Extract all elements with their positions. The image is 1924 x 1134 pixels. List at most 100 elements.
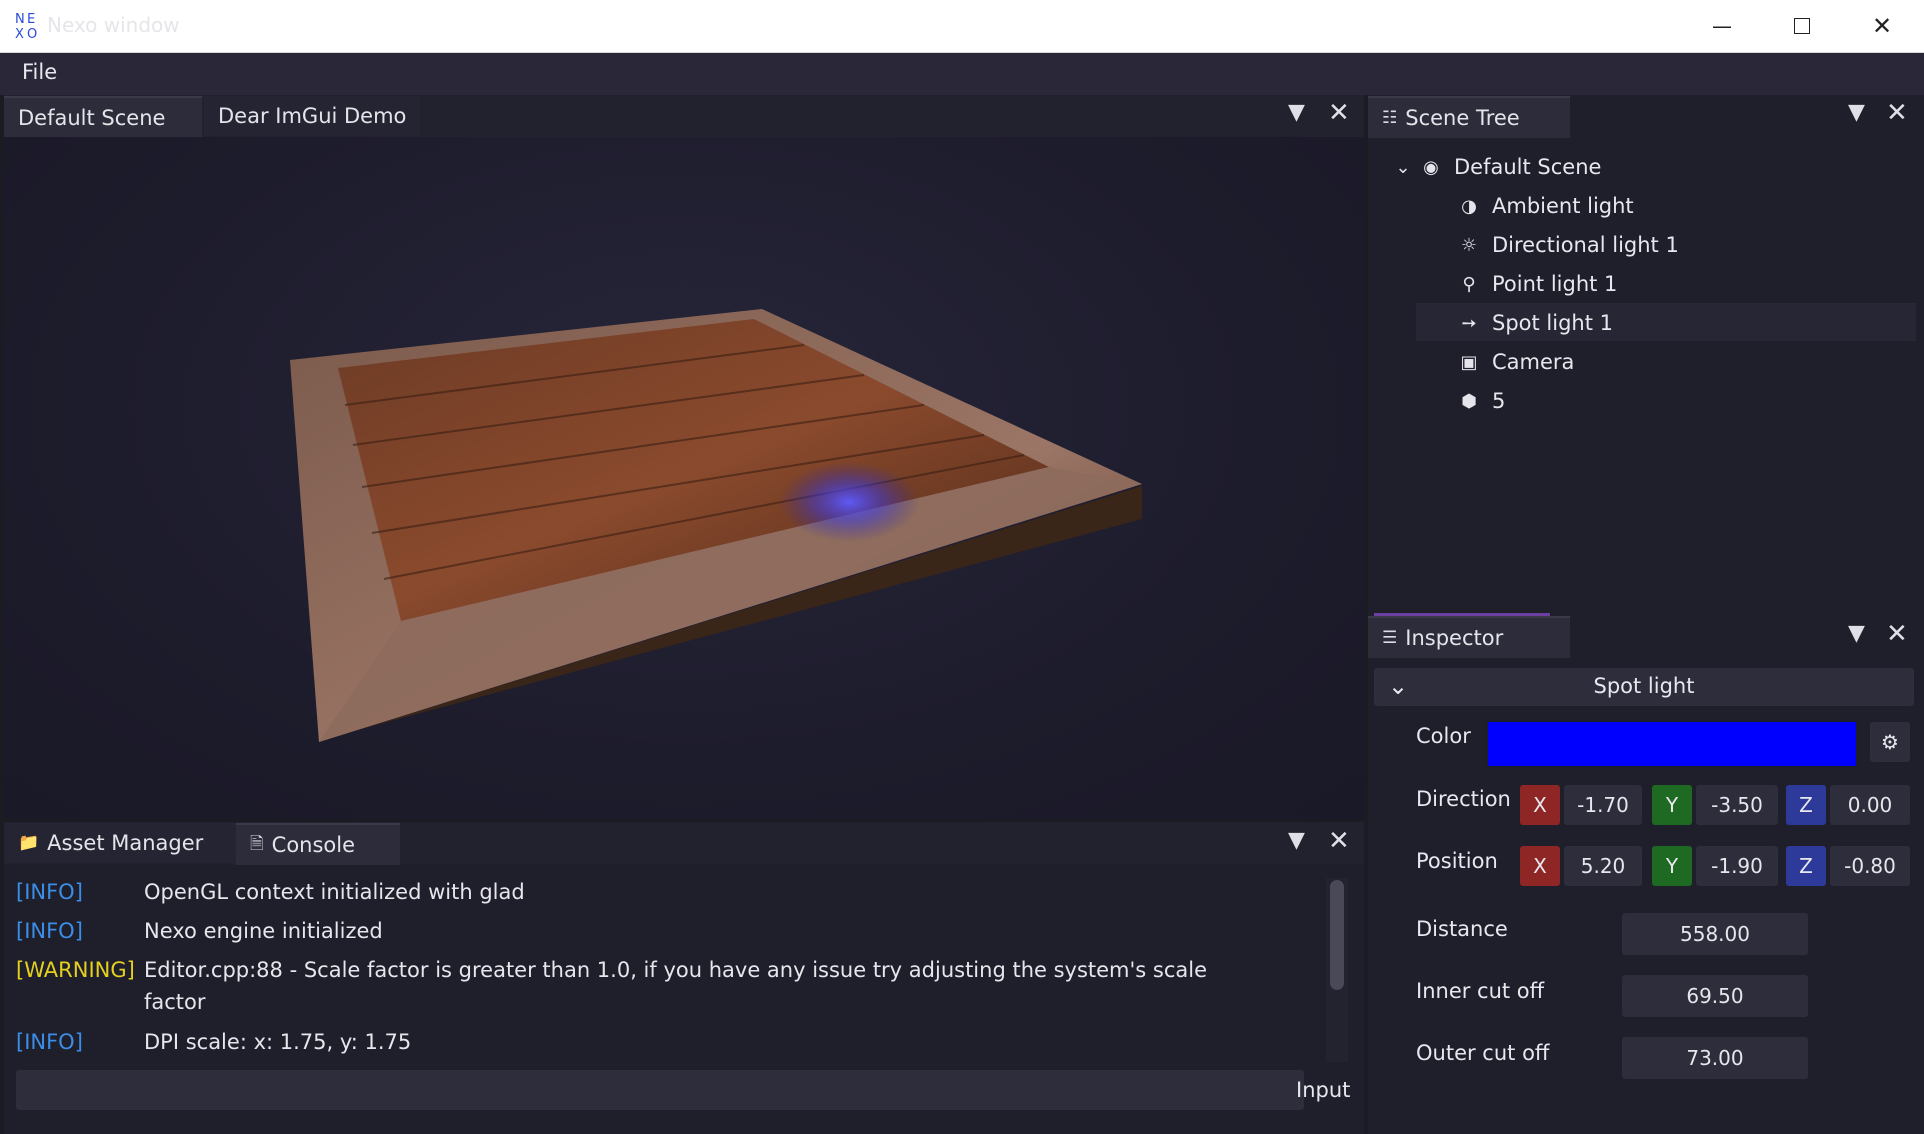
position-x-input[interactable]: 5.20: [1564, 846, 1642, 886]
inner-cutoff-input[interactable]: 69.50: [1622, 975, 1808, 1017]
color-settings-button[interactable]: ⚙: [1870, 722, 1910, 762]
tree-item-point-light[interactable]: ⚲ Point light 1: [1458, 265, 1617, 303]
tab-inspector[interactable]: ☰ Inspector: [1368, 616, 1570, 658]
tab-label: Asset Manager: [47, 831, 204, 855]
svg-text:E: E: [27, 12, 35, 27]
half-circle-icon: ◑: [1461, 195, 1477, 217]
section-title: Spot light: [1593, 674, 1695, 698]
position-y-badge: Y: [1652, 846, 1692, 886]
tab-label: Scene Tree: [1405, 106, 1520, 130]
maximize-icon: [1794, 18, 1810, 34]
outer-cutoff-input[interactable]: 73.00: [1622, 1037, 1808, 1079]
hierarchy-icon: ☷: [1382, 108, 1398, 128]
menu-bar: [0, 53, 1924, 95]
console-input[interactable]: [16, 1070, 1304, 1110]
camera-icon: ▣: [1460, 351, 1478, 373]
panel-menu-icon[interactable]: ▼: [1848, 621, 1865, 646]
log-message: Nexo engine initialized: [144, 919, 383, 943]
tree-label: Camera: [1492, 350, 1575, 374]
sun-icon: ☼: [1460, 234, 1478, 256]
panel-close-icon[interactable]: ✕: [1328, 826, 1350, 856]
window-titlebar: [0, 0, 1924, 53]
log-message: DPI scale: x: 1.75, y: 1.75: [144, 1030, 412, 1054]
tree-label: Point light 1: [1492, 272, 1618, 296]
color-label: Color: [1416, 724, 1471, 748]
inner-cutoff-label: Inner cut off: [1416, 979, 1545, 1003]
maximize-button[interactable]: [1762, 0, 1842, 52]
globe-icon: ◉: [1423, 156, 1439, 178]
position-z-badge: Z: [1786, 846, 1826, 886]
position-z-input[interactable]: -0.80: [1830, 846, 1910, 886]
direction-x-badge: X: [1520, 785, 1560, 825]
close-icon: ✕: [1871, 12, 1893, 40]
console-scrollbar[interactable]: [1326, 878, 1348, 1062]
sliders-icon: ☰: [1382, 628, 1398, 648]
direction-x-input[interactable]: -1.70: [1564, 785, 1642, 825]
log-level: [INFO]: [16, 919, 83, 943]
spotlight-icon: ➙: [1461, 312, 1477, 334]
direction-z-badge: Z: [1786, 785, 1826, 825]
tab-scene-tree[interactable]: ☷ Scene Tree: [1368, 96, 1570, 138]
tree-root-default-scene[interactable]: ⌄ ◉ Default Scene: [1392, 148, 1601, 186]
position-x-badge: X: [1520, 846, 1560, 886]
lightbulb-icon: ⚲: [1462, 273, 1476, 295]
folder-icon: 📁: [18, 833, 40, 853]
log-message: Editor.cpp:88 - Scale factor is greater …: [144, 958, 1208, 982]
tab-label: Default Scene: [18, 106, 166, 130]
tab-console[interactable]: 🗎 Console: [236, 823, 400, 865]
log-message: OpenGL context initialized with glad: [144, 880, 525, 904]
tree-label: Directional light 1: [1492, 233, 1679, 257]
cube-icon: ⬢: [1461, 390, 1477, 412]
nexo-logo-icon: N E X O: [15, 12, 37, 40]
tree-item-entity-5[interactable]: ⬢ 5: [1458, 382, 1505, 420]
chevron-down-icon[interactable]: ⌄: [1392, 157, 1414, 178]
distance-input[interactable]: 558.00: [1622, 913, 1808, 955]
window-title: Nexo window: [47, 13, 180, 37]
panel-close-icon[interactable]: ✕: [1328, 98, 1350, 128]
color-swatch[interactable]: [1486, 720, 1858, 768]
tree-item-ambient-light[interactable]: ◑ Ambient light: [1458, 187, 1634, 225]
document-icon: 🗎: [250, 833, 264, 854]
panel-close-icon[interactable]: ✕: [1886, 619, 1908, 649]
tree-item-camera[interactable]: ▣ Camera: [1458, 343, 1574, 381]
tab-default-scene[interactable]: Default Scene: [4, 96, 202, 138]
close-window-button[interactable]: ✕: [1842, 0, 1922, 52]
distance-label: Distance: [1416, 917, 1508, 941]
tree-label: Spot light 1: [1492, 311, 1613, 335]
tab-imgui-demo[interactable]: Dear ImGui Demo: [204, 96, 421, 136]
scrollbar-thumb[interactable]: [1330, 880, 1344, 990]
minimize-button[interactable]: —: [1682, 0, 1762, 52]
position-y-input[interactable]: -1.90: [1696, 846, 1778, 886]
tree-label: Default Scene: [1454, 155, 1602, 179]
direction-y-badge: Y: [1652, 785, 1692, 825]
svg-text:N: N: [15, 12, 25, 27]
tab-label: Console: [271, 833, 356, 857]
tree-item-spot-light[interactable]: ➙ Spot light 1: [1458, 304, 1613, 342]
direction-z-input[interactable]: 0.00: [1830, 785, 1910, 825]
log-message-continued: factor: [144, 990, 206, 1014]
panel-menu-icon[interactable]: ▼: [1848, 100, 1865, 125]
tree-item-directional-light[interactable]: ☼ Directional light 1: [1458, 226, 1679, 264]
tab-label: Inspector: [1405, 626, 1504, 650]
scene-viewport[interactable]: [4, 137, 1364, 819]
svg-text:O: O: [27, 27, 37, 40]
panel-menu-icon[interactable]: ▼: [1288, 828, 1305, 853]
position-label: Position: [1416, 849, 1498, 873]
tree-label: 5: [1492, 389, 1506, 413]
direction-label: Direction: [1416, 787, 1511, 811]
scene-render: [290, 309, 1142, 742]
menu-file[interactable]: File: [22, 60, 57, 84]
tab-asset-manager[interactable]: 📁 Asset Manager: [4, 823, 238, 863]
gear-icon: ⚙: [1881, 730, 1899, 754]
minimize-icon: —: [1712, 14, 1732, 38]
log-level: [WARNING]: [16, 958, 135, 982]
log-level: [INFO]: [16, 880, 83, 904]
console-input-label: Input: [1296, 1078, 1351, 1102]
direction-y-input[interactable]: -3.50: [1696, 785, 1778, 825]
svg-text:X: X: [15, 27, 24, 40]
panel-menu-icon[interactable]: ▼: [1288, 100, 1305, 125]
outer-cutoff-label: Outer cut off: [1416, 1041, 1550, 1065]
panel-close-icon[interactable]: ✕: [1886, 98, 1908, 128]
log-level: [INFO]: [16, 1030, 83, 1054]
tree-label: Ambient light: [1492, 194, 1634, 218]
